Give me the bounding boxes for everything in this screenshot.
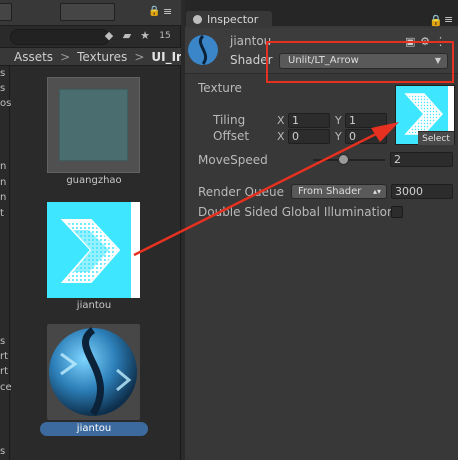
- breadcrumb-item[interactable]: Textures: [77, 50, 127, 64]
- tab-inspector[interactable]: Inspector: [186, 11, 272, 28]
- tree-item[interactable]: n: [0, 192, 6, 203]
- menu-icon[interactable]: ≡: [444, 13, 453, 26]
- arrow-texture-thumbnail: [47, 202, 140, 298]
- render-queue-field[interactable]: 3000: [391, 184, 453, 199]
- material-sphere-icon: [49, 327, 137, 416]
- chevron-updown-icon: ▴▾: [372, 187, 381, 196]
- tiling-x-field[interactable]: 1: [288, 113, 330, 128]
- texture-thumbnail: [47, 77, 140, 173]
- tree-item[interactable]: s: [0, 336, 5, 347]
- tree-item[interactable]: s: [0, 446, 5, 457]
- breadcrumb: Assets > Textures > UI_Im: [0, 47, 181, 66]
- toolbar-button[interactable]: [60, 3, 115, 21]
- breadcrumb-separator: >: [134, 50, 145, 64]
- asset-tile-jiantou-material[interactable]: jiantou: [40, 324, 148, 436]
- offset-label: Offset: [213, 129, 250, 143]
- breadcrumb-separator: >: [60, 50, 71, 64]
- movespeed-slider-track[interactable]: [313, 159, 385, 161]
- tree-item[interactable]: rt: [0, 351, 8, 362]
- material-thumbnail: [47, 324, 140, 420]
- lock-icon[interactable]: 🔒: [429, 14, 443, 27]
- select-texture-button[interactable]: Select: [418, 131, 454, 145]
- star-icon[interactable]: ★: [138, 29, 152, 43]
- render-queue-mode: From Shader: [298, 186, 362, 197]
- label-icon[interactable]: ▰: [120, 29, 134, 43]
- tag-icon[interactable]: ◆: [102, 29, 116, 43]
- selected-asset-label: jiantou: [40, 422, 148, 436]
- asset-tile-jiantou-texture[interactable]: jiantou: [47, 202, 140, 311]
- project-search-input[interactable]: [10, 29, 110, 45]
- texture-label: Texture: [198, 81, 242, 95]
- offset-y-field[interactable]: 0: [345, 129, 387, 144]
- info-icon: [193, 15, 202, 24]
- tree-item[interactable]: s: [0, 68, 5, 79]
- axis-x-label: X: [277, 130, 285, 143]
- project-toolbar: 🔒 ≡: [0, 0, 181, 26]
- tiling-y-field[interactable]: 1: [345, 113, 387, 128]
- lock-icon[interactable]: 🔒: [148, 6, 160, 17]
- tree-item[interactable]: t: [0, 208, 4, 219]
- arrow-texture-icon: [60, 202, 140, 298]
- offset-x-field[interactable]: 0: [288, 129, 330, 144]
- tree-item[interactable]: rt: [0, 366, 8, 377]
- annotation-highlight-box: [266, 41, 454, 83]
- render-queue-label: Render Queue: [198, 185, 284, 199]
- movespeed-field[interactable]: 2: [390, 152, 453, 167]
- asset-label: guangzhao: [66, 175, 122, 186]
- dsgi-checkbox[interactable]: [391, 206, 403, 218]
- count-icon[interactable]: 15: [156, 29, 174, 43]
- axis-y-label: Y: [335, 114, 342, 127]
- tree-item[interactable]: n: [0, 161, 6, 172]
- material-preview-icon: [188, 35, 218, 65]
- render-queue-dropdown[interactable]: From Shader ▴▾: [291, 184, 387, 199]
- toolbar-button[interactable]: [0, 3, 12, 21]
- project-panel: 🔒 ≡ ◆ ▰ ★ 15 Assets > Textures > UI_Im s s o…: [0, 0, 181, 460]
- asset-label: jiantou: [76, 300, 112, 311]
- folder-tree-strip: s s os n n n t s rt rt ce s: [0, 66, 12, 460]
- tree-item[interactable]: ce: [0, 382, 12, 393]
- menu-icon[interactable]: ≡: [163, 5, 172, 18]
- tiling-label: Tiling: [213, 113, 246, 127]
- axis-x-label: X: [277, 114, 285, 127]
- breadcrumb-item[interactable]: UI_Im: [151, 50, 181, 64]
- tree-item[interactable]: n: [0, 177, 6, 188]
- inspector-tabbar: Inspector 🔒 ≡: [185, 0, 458, 28]
- breadcrumb-item[interactable]: Assets: [14, 50, 53, 64]
- asset-tile-guangzhao[interactable]: guangzhao: [47, 77, 140, 186]
- axis-y-label: Y: [335, 130, 342, 143]
- movespeed-label: MoveSpeed: [198, 153, 268, 167]
- tab-inspector-label: Inspector: [207, 13, 259, 26]
- movespeed-slider-handle[interactable]: [337, 154, 349, 165]
- tree-item[interactable]: os: [0, 98, 11, 109]
- dsgi-label: Double Sided Global Illumination: [198, 205, 395, 219]
- tree-item[interactable]: s: [0, 83, 5, 94]
- project-filter-tools: ◆ ▰ ★ 15: [102, 29, 174, 43]
